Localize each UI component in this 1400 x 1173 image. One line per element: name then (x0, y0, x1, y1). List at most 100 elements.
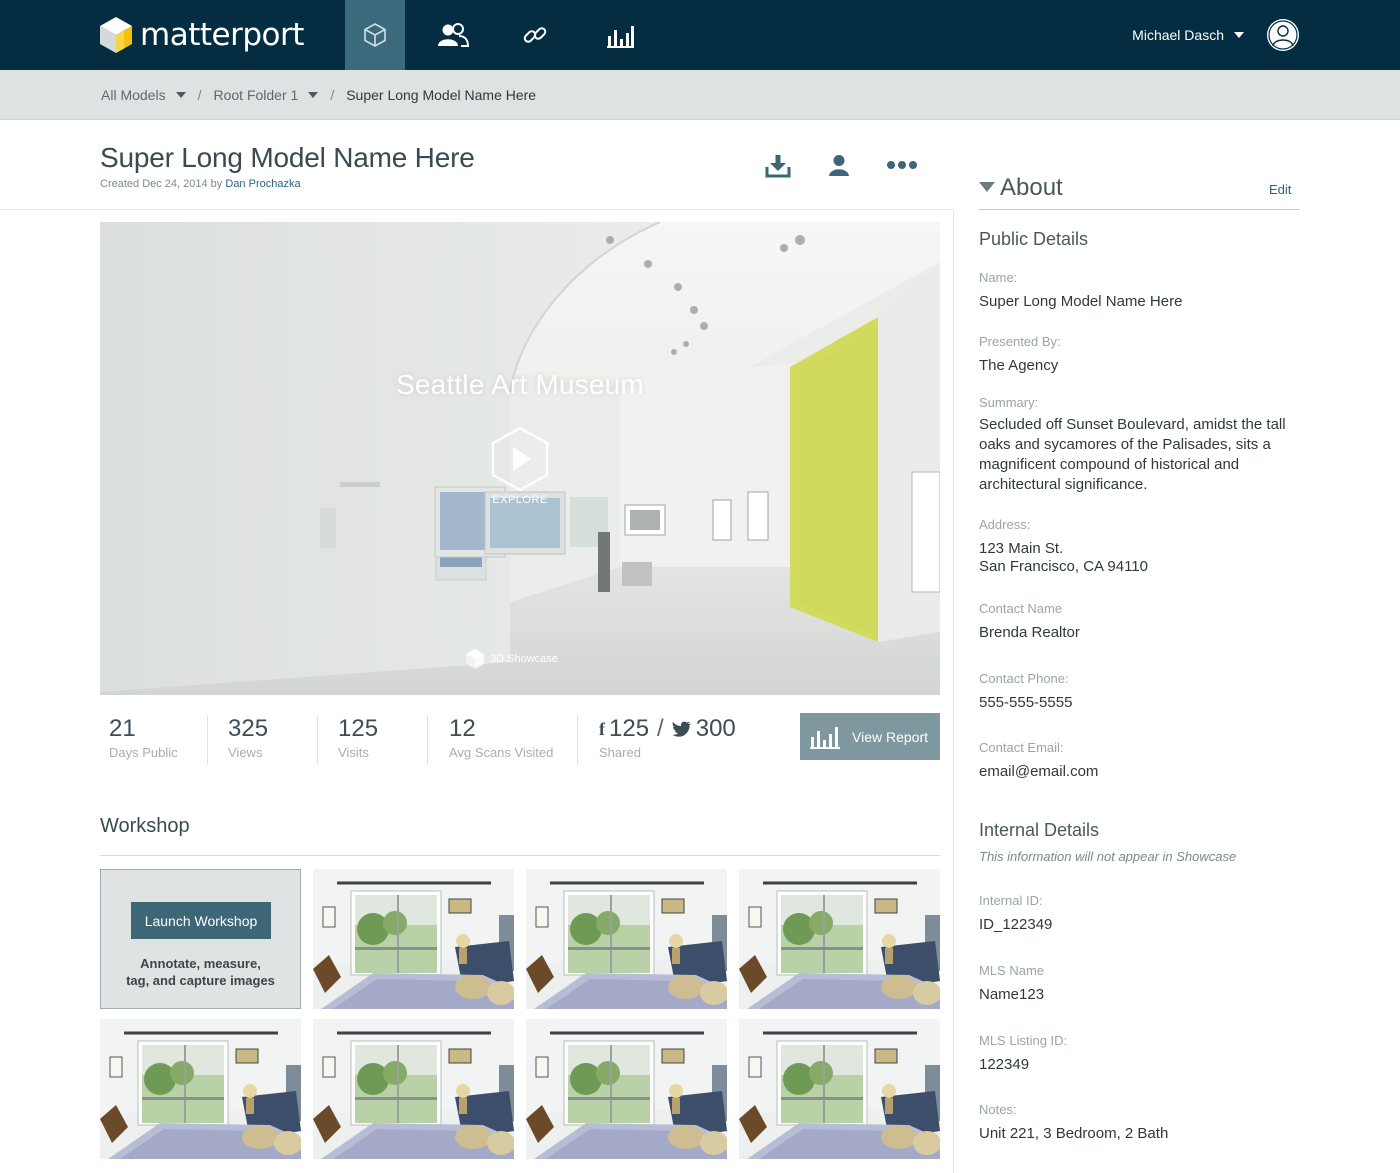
workshop-thumbnail[interactable] (313, 869, 514, 1009)
avatar[interactable] (1266, 18, 1300, 52)
user-name: Michael Dasch (1132, 27, 1224, 43)
workshop-thumbnail[interactable] (313, 1019, 514, 1159)
workshop-thumbnail[interactable] (739, 869, 940, 1009)
workshop-thumbnail[interactable] (526, 869, 727, 1009)
view-report-label: View Report (852, 728, 929, 745)
share-separator: / (657, 715, 664, 742)
workshop-thumbnail[interactable] (739, 1019, 940, 1159)
breadcrumb-bar: All Models / Root Folder 1 / Super Long … (0, 70, 1400, 120)
stat-visits: 125 Visits (338, 713, 378, 765)
share-user-button[interactable] (828, 154, 850, 178)
edit-link[interactable]: Edit (1269, 182, 1291, 197)
tab-analytics[interactable] (590, 0, 650, 70)
tab-models[interactable] (345, 0, 405, 70)
workshop-description-line: Annotate, measure, (140, 956, 261, 971)
stat-label: Views (228, 745, 263, 760)
notes-label: Notes: (979, 1102, 1017, 1117)
breadcrumb-label: All Models (101, 87, 166, 103)
contact-phone-value: 555-555-5555 (979, 694, 1073, 711)
contact-name-value: Brenda Realtor (979, 624, 1080, 641)
internal-id-value: ID_122349 (979, 916, 1053, 933)
chevron-down-icon (1234, 32, 1244, 38)
top-nav: matterport Michael Dasch (0, 0, 1400, 70)
room-photo-image (313, 1019, 514, 1159)
showcase-badge: 3D Showcase (466, 649, 558, 669)
column-divider (953, 210, 954, 1173)
contact-name-label: Contact Name (979, 601, 1063, 616)
divider (207, 715, 208, 765)
breadcrumb-separator: / (197, 87, 202, 103)
address-line-2: San Francisco, CA 94110 (979, 558, 1148, 575)
launch-workshop-button[interactable]: Launch Workshop (131, 902, 271, 939)
stat-label: Days Public (109, 745, 178, 760)
room-photo-image (100, 1019, 301, 1159)
stat-views: 325 Views (228, 713, 268, 765)
workshop-description: Annotate, measure, tag, and capture imag… (101, 955, 300, 989)
workshop-description-line: tag, and capture images (126, 973, 275, 988)
hero-title: Seattle Art Museum (396, 369, 644, 400)
public-details-heading: Public Details (979, 229, 1089, 249)
bar-chart-icon (810, 726, 840, 749)
breadcrumb-all-models[interactable]: All Models (101, 87, 186, 103)
stat-label: Avg Scans Visited (449, 745, 554, 760)
breadcrumb-root-folder[interactable]: Root Folder 1 (213, 87, 319, 103)
more-icon (887, 161, 917, 169)
internal-id-label: Internal ID: (979, 893, 1043, 908)
tab-users[interactable] (423, 0, 483, 70)
contact-email-value: email@email.com (979, 763, 1099, 780)
divider (979, 209, 1300, 210)
mls-listing-id-label: MLS Listing ID: (979, 1033, 1068, 1048)
model-preview[interactable]: Seattle Art Museum EXPLORE 3D Showcase (100, 222, 940, 695)
address-label: Address: (979, 517, 1031, 532)
workshop-thumbnail[interactable] (100, 1019, 301, 1159)
mls-listing-id-value: 122349 (979, 1056, 1030, 1073)
page-title: Super Long Model Name Here (100, 142, 475, 173)
model-header: Super Long Model Name Here Created Dec 2… (0, 120, 953, 210)
breadcrumb-separator: / (330, 87, 335, 103)
more-button[interactable] (886, 159, 918, 171)
chevron-down-icon (175, 92, 186, 98)
explore-label: EXPLORE (492, 494, 548, 506)
address-line-1: 123 Main St. (979, 540, 1064, 557)
twitter-icon (672, 721, 691, 737)
room-photo-image (739, 1019, 940, 1159)
stat-value: 325 (228, 715, 269, 742)
presented-by-value: The Agency (979, 357, 1059, 374)
divider (317, 715, 318, 765)
internal-details-heading: Internal Details (979, 820, 1100, 840)
mls-name-label: MLS Name (979, 963, 1045, 978)
user-icon (829, 155, 849, 176)
facebook-count: 125 (609, 715, 650, 742)
breadcrumb-current: Super Long Model Name Here (346, 87, 536, 103)
brand-logo[interactable]: matterport (100, 17, 304, 53)
contact-email-label: Contact Email: (979, 740, 1064, 755)
link-icon (523, 27, 547, 43)
user-menu[interactable]: Michael Dasch (1132, 16, 1300, 54)
facebook-icon: f (599, 719, 605, 739)
about-title: About (1000, 174, 1063, 201)
stat-avg-scans: 12 Avg Scans Visited (449, 713, 553, 765)
created-info: Created Dec 24, 2014 by Dan Prochazka (100, 178, 301, 190)
download-button[interactable] (765, 154, 791, 178)
view-report-button[interactable]: View Report (800, 713, 940, 760)
author-link[interactable]: Dan Prochazka (225, 178, 300, 190)
collapse-caret-icon[interactable] (979, 182, 995, 192)
play-icon[interactable] (490, 426, 550, 492)
tab-links[interactable] (505, 0, 565, 70)
stat-shared: f 125 / 300 Shared (599, 713, 736, 765)
divider (577, 715, 578, 765)
breadcrumb-label: Root Folder 1 (213, 87, 299, 103)
created-text: Created Dec 24, 2014 by (100, 178, 223, 190)
notes-value: Unit 221, 3 Bedroom, 2 Bath (979, 1125, 1169, 1142)
stat-value: 12 (449, 715, 476, 742)
users-icon (438, 23, 470, 47)
share-counts: f 125 / 300 (599, 717, 736, 741)
showcase-label: 3D Showcase (490, 653, 558, 665)
mls-name-value: Name123 (979, 986, 1045, 1003)
matterport-logo-icon (100, 17, 132, 53)
workshop-title: Workshop (100, 815, 190, 837)
room-photo-image (739, 869, 940, 1009)
model-stats: 21 Days Public 325 Views 125 Visits 12 A… (100, 713, 800, 765)
name-value: Super Long Model Name Here (979, 293, 1183, 310)
workshop-thumbnail[interactable] (526, 1019, 727, 1159)
